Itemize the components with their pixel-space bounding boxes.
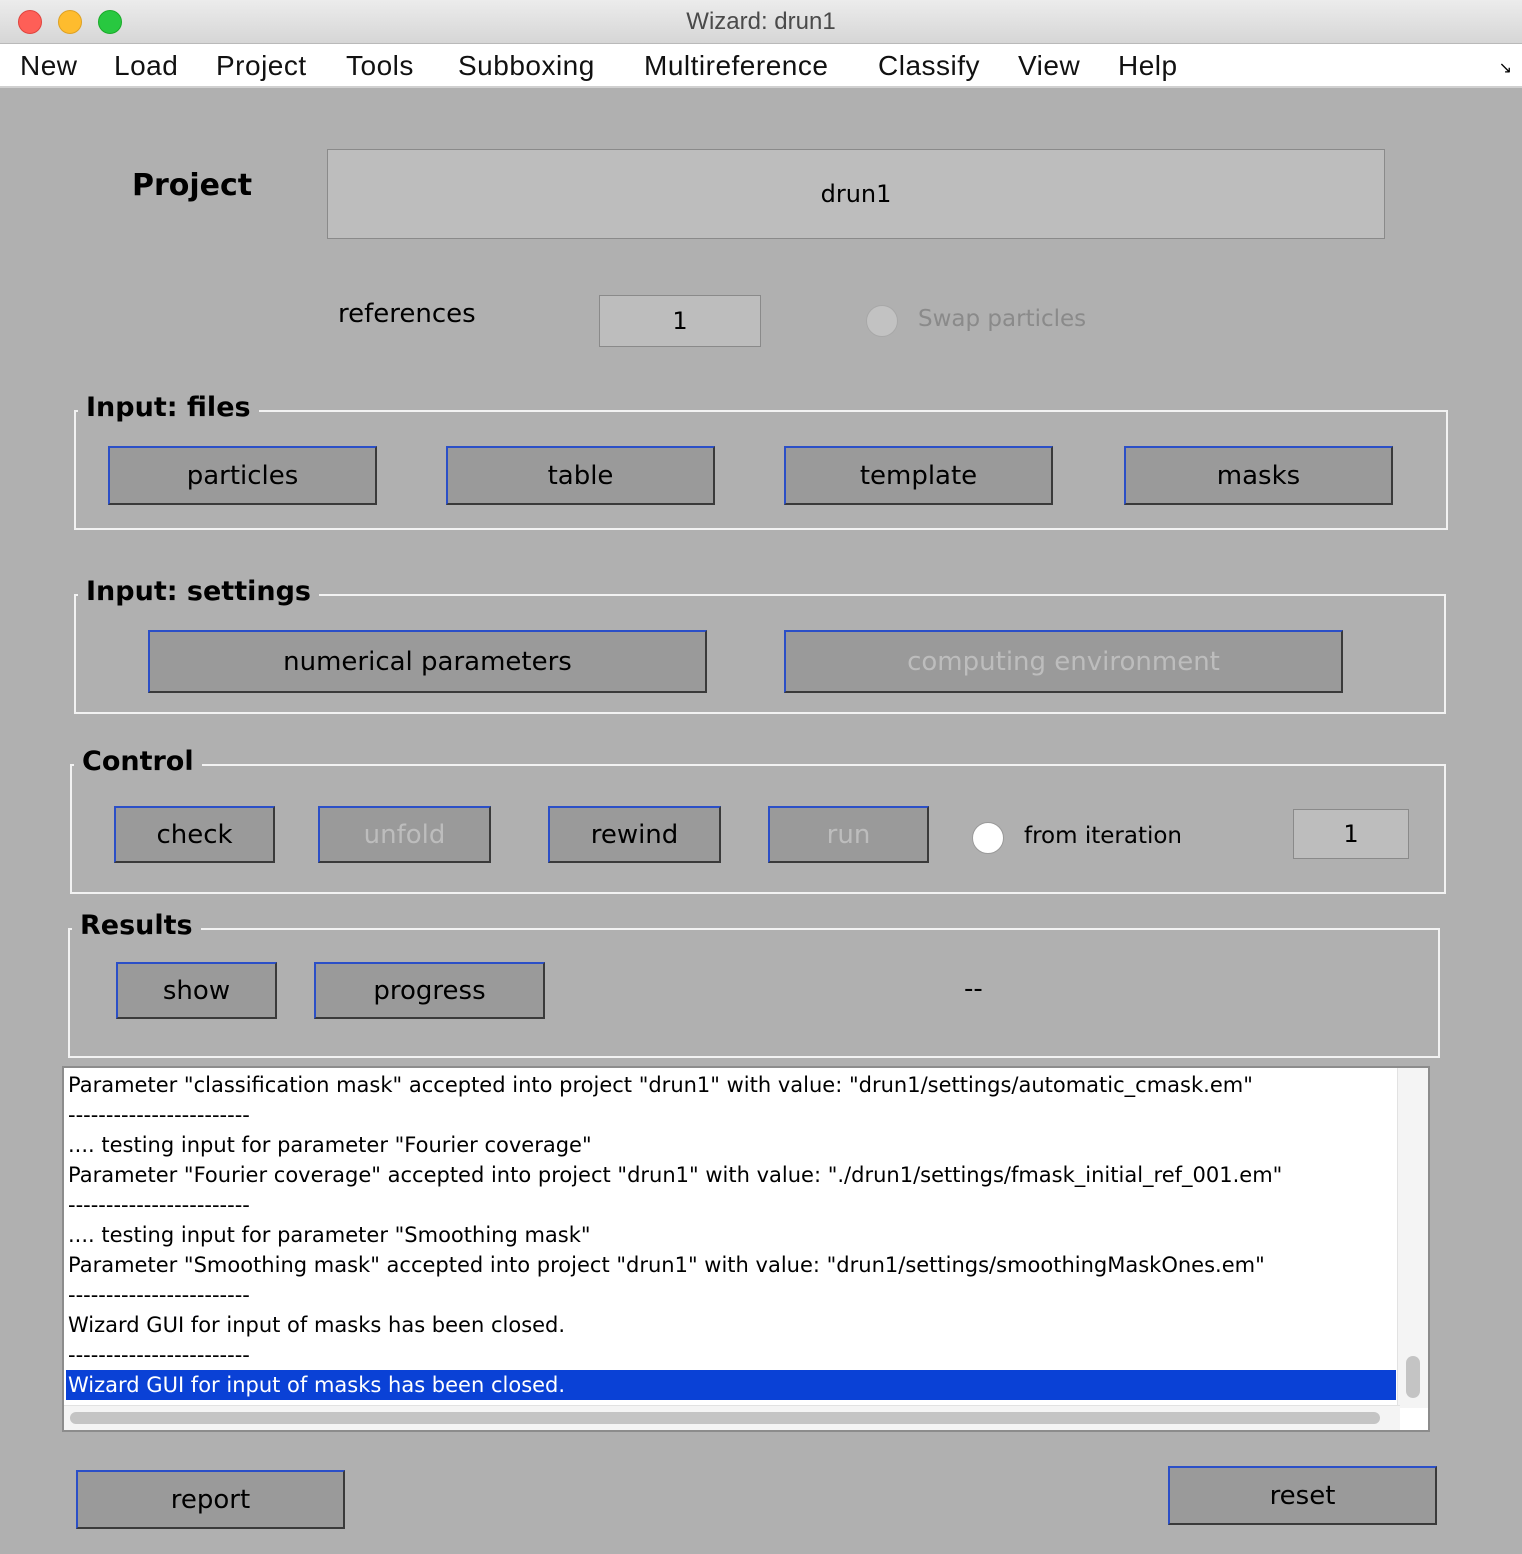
swap-particles-radio[interactable]	[866, 305, 898, 337]
log-line: .... testing input for parameter "Smooth…	[68, 1223, 591, 1247]
log-line: Wizard GUI for input of masks has been c…	[68, 1313, 566, 1337]
table-button[interactable]: table	[446, 446, 715, 505]
log-line: .... testing input for parameter "Fourie…	[68, 1133, 592, 1157]
project-name-value: drun1	[820, 180, 892, 208]
resize-arrow-icon: ↘	[1498, 58, 1512, 77]
project-name-display: drun1	[327, 149, 1385, 239]
control-title: Control	[74, 746, 202, 777]
input-files-title: Input: files	[78, 392, 259, 423]
results-status: --	[964, 974, 983, 1004]
log-line: ------------------------	[68, 1193, 250, 1217]
results-title: Results	[72, 910, 201, 941]
template-button[interactable]: template	[784, 446, 1053, 505]
menu-new[interactable]: New	[20, 50, 78, 82]
from-iteration-label: from iteration	[1024, 823, 1183, 849]
menu-tools[interactable]: Tools	[346, 50, 414, 82]
menu-multireference[interactable]: Multireference	[644, 50, 828, 82]
iteration-value: 1	[1343, 820, 1359, 848]
log-line: Parameter "classification mask" accepted…	[68, 1073, 1253, 1097]
reset-button[interactable]: reset	[1168, 1466, 1437, 1525]
log-line: Parameter "Fourier coverage" accepted in…	[68, 1163, 1283, 1187]
unfold-button[interactable]: unfold	[318, 806, 491, 863]
menu-classify[interactable]: Classify	[878, 50, 980, 82]
references-label: references	[338, 299, 476, 329]
menu-help[interactable]: Help	[1118, 50, 1178, 82]
title-bar: Wizard: drun1	[0, 0, 1522, 44]
report-button[interactable]: report	[76, 1470, 345, 1529]
log-vertical-scroll-thumb[interactable]	[1406, 1356, 1420, 1398]
from-iteration-radio[interactable]	[972, 822, 1004, 854]
menu-subboxing[interactable]: Subboxing	[458, 50, 595, 82]
log-horizontal-scroll-thumb[interactable]	[70, 1412, 1380, 1424]
menu-view[interactable]: View	[1018, 50, 1080, 82]
window-title: Wizard: drun1	[686, 8, 836, 35]
computing-environment-button[interactable]: computing environment	[784, 630, 1343, 693]
references-value: 1	[672, 307, 688, 335]
iteration-input[interactable]: 1	[1293, 809, 1409, 859]
references-input[interactable]: 1	[599, 295, 761, 347]
log-line-selected[interactable]: Wizard GUI for input of masks has been c…	[66, 1370, 1396, 1400]
log-line: Parameter "Smoothing mask" accepted into…	[68, 1253, 1265, 1277]
particles-button[interactable]: particles	[108, 446, 377, 505]
log-line: ------------------------	[68, 1343, 250, 1367]
log-horizontal-scrollbar[interactable]	[64, 1405, 1400, 1430]
input-settings-title: Input: settings	[78, 576, 319, 607]
run-button[interactable]: run	[768, 806, 929, 863]
numerical-parameters-button[interactable]: numerical parameters	[148, 630, 707, 693]
log-line: ------------------------	[68, 1103, 250, 1127]
menu-project[interactable]: Project	[216, 50, 307, 82]
masks-button[interactable]: masks	[1124, 446, 1393, 505]
rewind-button[interactable]: rewind	[548, 806, 721, 863]
log-line: ------------------------	[68, 1283, 250, 1307]
menu-bar: New Load Project Tools Subboxing Multire…	[0, 44, 1522, 88]
menu-load[interactable]: Load	[114, 50, 178, 82]
log-area[interactable]: Parameter "classification mask" accepted…	[62, 1066, 1430, 1432]
log-vertical-scrollbar[interactable]	[1397, 1068, 1428, 1408]
project-label: Project	[132, 168, 253, 203]
swap-particles-label: Swap particles	[918, 306, 1087, 332]
show-button[interactable]: show	[116, 962, 277, 1019]
check-button[interactable]: check	[114, 806, 275, 863]
control-group	[70, 764, 1446, 894]
progress-button[interactable]: progress	[314, 962, 545, 1019]
